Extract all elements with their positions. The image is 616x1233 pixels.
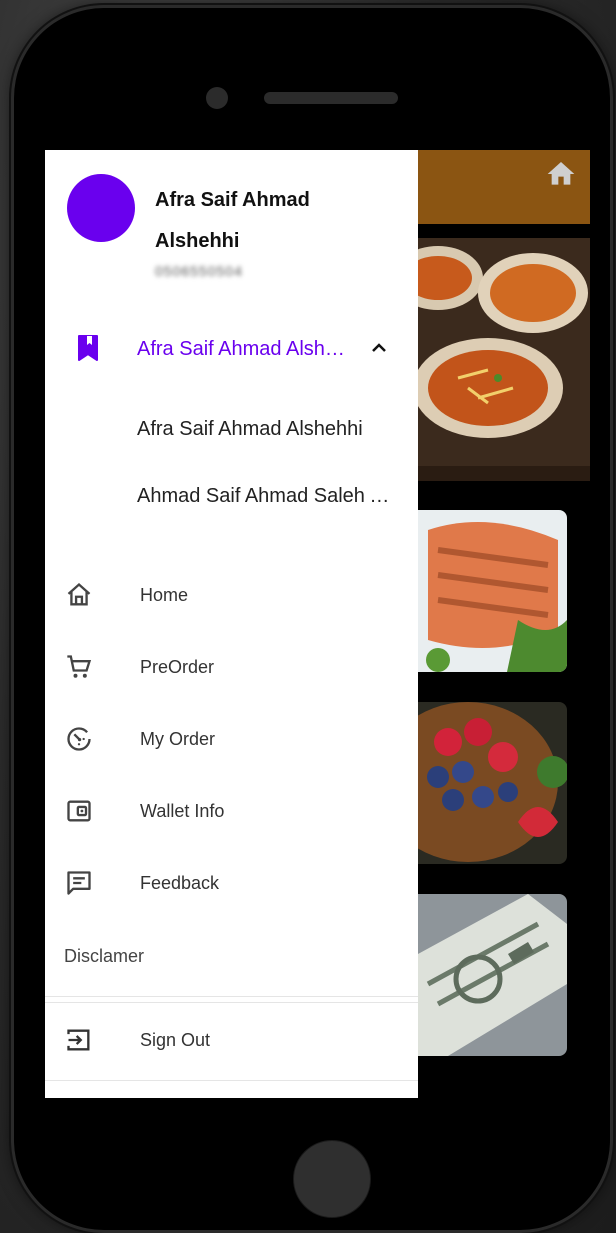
menu-item-label: Wallet Info — [140, 801, 225, 821]
avatar[interactable] — [67, 174, 135, 242]
menu-item-label: PreOrder — [140, 657, 215, 677]
account-selector[interactable]: Afra Saif Ahmad Alshehhi — [45, 325, 418, 375]
navigation-drawer: Afra Saif Ahmad Alshehhi 0506550504 Afra… — [45, 150, 418, 1098]
menu-item-preorder[interactable]: PreOrder — [45, 643, 418, 691]
menu-item-home[interactable]: Home — [45, 571, 418, 619]
timer-icon — [65, 725, 93, 753]
menu-item-label: My Order — [140, 729, 216, 749]
sign-out-icon — [65, 1026, 93, 1054]
bookmark-icon — [77, 334, 99, 362]
food-card-curry[interactable] — [418, 238, 590, 481]
menu-item-label: Home — [140, 585, 189, 605]
money-card[interactable] — [418, 894, 567, 1056]
menu-item-label: Feedback — [140, 873, 220, 893]
home-outline-icon — [65, 581, 93, 609]
food-card-berries[interactable] — [418, 702, 567, 864]
menu-item-feedback[interactable]: Feedback — [45, 859, 418, 907]
speaker-grille — [264, 92, 398, 104]
app-screen: Afra Saif Ahmad Alshehhi 0506550504 Afra… — [45, 150, 590, 1098]
sign-out-button[interactable]: Sign Out — [45, 1016, 418, 1064]
account-option[interactable]: Afra Saif Ahmad Alshehhi — [137, 418, 399, 441]
wallet-icon — [65, 797, 93, 825]
chevron-up-icon[interactable] — [370, 339, 388, 357]
camera — [206, 87, 228, 109]
divider — [45, 1002, 418, 1003]
device-home-button[interactable] — [293, 1140, 371, 1218]
cart-icon — [65, 653, 93, 681]
user-phone: 0506550504 — [155, 263, 243, 279]
selected-account-label: Afra Saif Ahmad Alshehhi — [137, 338, 347, 360]
user-name: Afra Saif Ahmad Alshehhi — [155, 189, 310, 252]
divider — [45, 1080, 418, 1081]
menu-item-my-order[interactable]: My Order — [45, 715, 418, 763]
disclaimer-link[interactable]: Disclamer — [64, 946, 144, 967]
food-card-salmon[interactable] — [418, 510, 567, 672]
home-icon[interactable] — [544, 158, 578, 190]
sign-out-label: Sign Out — [140, 1030, 211, 1050]
divider — [45, 996, 418, 997]
account-option[interactable]: Ahmad Saif Ahmad Saleh Alshehhi — [137, 485, 399, 508]
menu-item-wallet[interactable]: Wallet Info — [45, 787, 418, 835]
feedback-icon — [65, 869, 93, 897]
